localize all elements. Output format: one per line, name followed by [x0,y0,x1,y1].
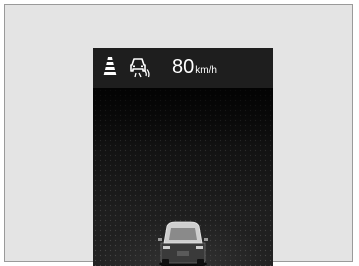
speed-unit: km/h [195,65,217,76]
lane-keeping-assist-icon [102,57,118,82]
status-bar: 80 km/h [93,48,273,88]
speed-value: 80 [172,56,195,78]
road-scene [93,88,273,266]
road-surface [93,88,273,266]
speed-readout: 80 km/h [172,56,217,78]
instrument-display: 80 km/h [93,48,273,266]
adaptive-cruise-control-icon [129,56,151,83]
